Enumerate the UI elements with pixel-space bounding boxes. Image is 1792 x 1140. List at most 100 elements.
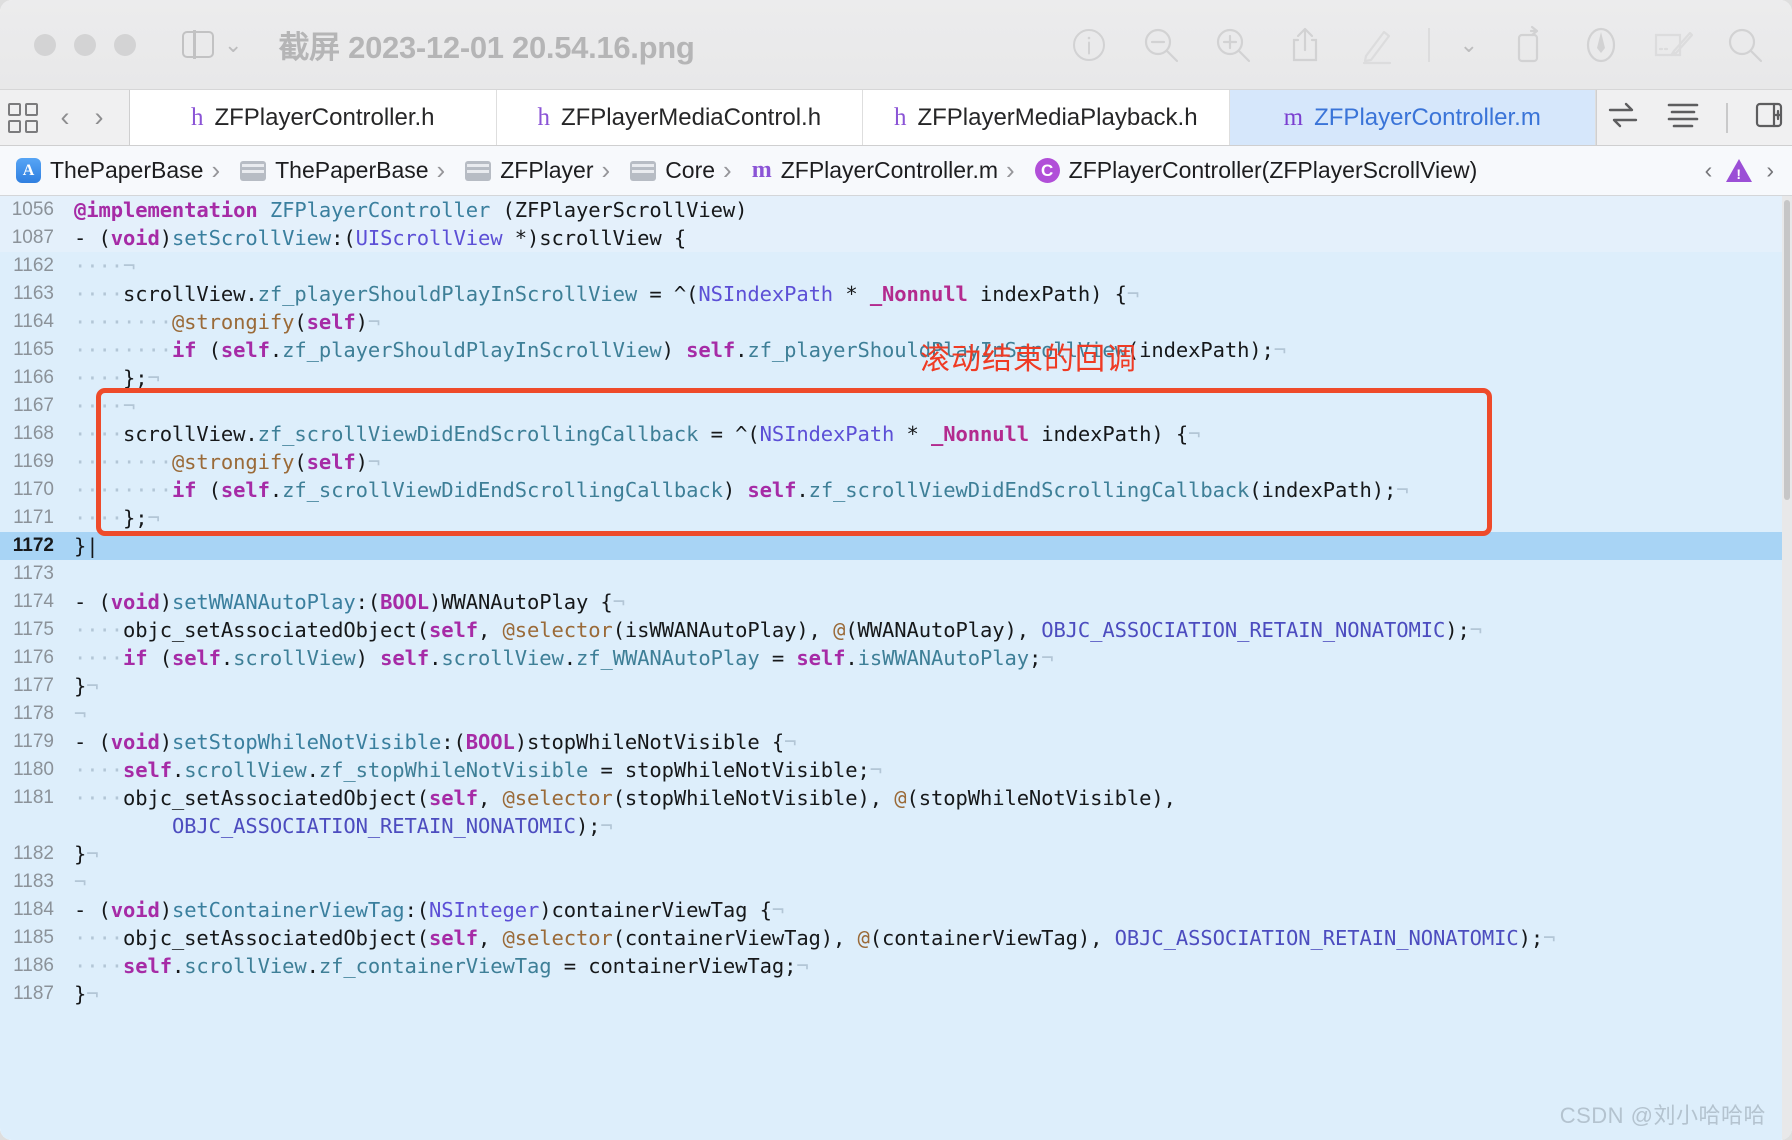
code-text[interactable]: ¬ xyxy=(66,700,1792,728)
close-button[interactable] xyxy=(34,34,56,56)
code-text[interactable]: ····objc_setAssociatedObject(self, @sele… xyxy=(66,784,1792,840)
line-number[interactable]: 1173 xyxy=(0,560,66,588)
code-text[interactable]: - (void)setStopWhileNotVisible:(BOOL)sto… xyxy=(66,728,1792,756)
editor-scrollbar-thumb[interactable] xyxy=(1784,200,1790,500)
chevron-down-icon[interactable]: ⌄ xyxy=(1460,34,1478,56)
code-line-1185[interactable]: 1185····objc_setAssociatedObject(self, @… xyxy=(0,924,1792,952)
code-text[interactable]: ····¬ xyxy=(66,252,1792,280)
line-number[interactable]: 1180 xyxy=(0,756,66,784)
line-number[interactable]: 1182 xyxy=(0,840,66,868)
code-text[interactable]: ····objc_setAssociatedObject(self, @sele… xyxy=(66,616,1792,644)
line-number[interactable]: 1178 xyxy=(0,700,66,728)
issue-next-button[interactable]: › xyxy=(1766,157,1774,184)
line-number[interactable]: 1187 xyxy=(0,980,66,1008)
line-number[interactable]: 1056 xyxy=(0,196,66,224)
breadcrumb-item-2[interactable]: ZFPlayer xyxy=(429,155,594,186)
sidebar-toggle-button[interactable]: ⌄ xyxy=(182,31,242,58)
code-text[interactable]: @implementation ZFPlayerController (ZFPl… xyxy=(66,196,1792,224)
line-number[interactable]: 1162 xyxy=(0,252,66,280)
code-text[interactable]: ····};¬ xyxy=(66,504,1792,532)
line-number[interactable]: 1186 xyxy=(0,952,66,980)
line-number[interactable]: 1165 xyxy=(0,336,66,364)
code-line-1180[interactable]: 1180····self.scrollView.zf_stopWhileNotV… xyxy=(0,756,1792,784)
code-line-1173[interactable]: 1173 xyxy=(0,560,1792,588)
breadcrumb-item-5[interactable]: CZFPlayerController(ZFPlayerScrollView) xyxy=(998,155,1477,186)
zoom-in-icon[interactable] xyxy=(1212,24,1254,66)
line-number[interactable]: 1184 xyxy=(0,896,66,924)
code-text[interactable]: }¬ xyxy=(66,672,1792,700)
zoom-button[interactable] xyxy=(114,34,136,56)
breadcrumb-item-1[interactable]: ThePaperBase xyxy=(203,155,428,186)
code-line-1171[interactable]: 1171····};¬ xyxy=(0,504,1792,532)
code-line-1183[interactable]: 1183¬ xyxy=(0,868,1792,896)
editor-tab-zfplayermediaplayback-h[interactable]: hZFPlayerMediaPlayback.h xyxy=(863,90,1230,145)
code-line-1182[interactable]: 1182}¬ xyxy=(0,840,1792,868)
code-text[interactable]: ····¬ xyxy=(66,392,1792,420)
code-line-1056[interactable]: 1056@implementation ZFPlayerController (… xyxy=(0,196,1792,224)
code-line-1184[interactable]: 1184- (void)setContainerViewTag:(NSInteg… xyxy=(0,896,1792,924)
code-line-1175[interactable]: 1175····objc_setAssociatedObject(self, @… xyxy=(0,616,1792,644)
minimize-button[interactable] xyxy=(74,34,96,56)
line-number[interactable]: 1183 xyxy=(0,868,66,896)
breadcrumb-item-3[interactable]: Core xyxy=(594,155,716,186)
info-icon[interactable] xyxy=(1068,24,1110,66)
line-number[interactable]: 1185 xyxy=(0,924,66,952)
code-text[interactable]: ····if (self.scrollView) self.scrollView… xyxy=(66,644,1792,672)
sign-icon[interactable] xyxy=(1652,24,1694,66)
code-text[interactable]: }| xyxy=(66,532,1792,560)
code-text[interactable]: - (void)setScrollView:(UIScrollView *)sc… xyxy=(66,224,1792,252)
line-number[interactable]: 1167 xyxy=(0,392,66,420)
line-number[interactable]: 1176 xyxy=(0,644,66,672)
code-line-1169[interactable]: 1169········@strongify(self)¬ xyxy=(0,448,1792,476)
share-icon[interactable] xyxy=(1284,24,1326,66)
line-number[interactable]: 1175 xyxy=(0,616,66,644)
annotate-icon[interactable] xyxy=(1580,24,1622,66)
line-number[interactable]: 1087 xyxy=(0,224,66,252)
line-number[interactable]: 1181 xyxy=(0,784,66,812)
line-number[interactable]: 1174 xyxy=(0,588,66,616)
rotate-icon[interactable] xyxy=(1508,24,1550,66)
code-text[interactable]: ····scrollView.zf_scrollViewDidEndScroll… xyxy=(66,420,1792,448)
code-line-1087[interactable]: 1087- (void)setScrollView:(UIScrollView … xyxy=(0,224,1792,252)
code-line-1170[interactable]: 1170········if (self.zf_scrollViewDidEnd… xyxy=(0,476,1792,504)
line-number[interactable]: 1170 xyxy=(0,476,66,504)
breadcrumb-item-0[interactable]: ThePaperBase xyxy=(16,157,203,184)
code-line-1178[interactable]: 1178¬ xyxy=(0,700,1792,728)
code-line-1166[interactable]: 1166····};¬ xyxy=(0,364,1792,392)
chevron-down-icon[interactable]: ⌄ xyxy=(224,34,242,56)
code-text[interactable]: ····scrollView.zf_playerShouldPlayInScro… xyxy=(66,280,1792,308)
zoom-out-icon[interactable] xyxy=(1140,24,1182,66)
code-text[interactable]: ········@strongify(self)¬ xyxy=(66,448,1792,476)
code-line-1174[interactable]: 1174- (void)setWWANAutoPlay:(BOOL)WWANAu… xyxy=(0,588,1792,616)
editor-tab-zfplayercontroller-h[interactable]: hZFPlayerController.h xyxy=(130,90,497,145)
code-line-1177[interactable]: 1177}¬ xyxy=(0,672,1792,700)
search-icon[interactable] xyxy=(1724,24,1766,66)
navigate-back-icon[interactable]: ‹ xyxy=(50,102,80,133)
code-line-1162[interactable]: 1162····¬ xyxy=(0,252,1792,280)
code-line-1163[interactable]: 1163····scrollView.zf_playerShouldPlayIn… xyxy=(0,280,1792,308)
code-line-1172[interactable]: 1172}| xyxy=(0,532,1792,560)
code-line-1181[interactable]: 1181····objc_setAssociatedObject(self, @… xyxy=(0,784,1792,840)
editor-tab-zfplayermediacontrol-h[interactable]: hZFPlayerMediaControl.h xyxy=(497,90,864,145)
code-line-1165[interactable]: 1165········if (self.zf_playerShouldPlay… xyxy=(0,336,1792,364)
code-text[interactable]: ········if (self.zf_scrollViewDidEndScro… xyxy=(66,476,1792,504)
navigate-forward-icon[interactable]: › xyxy=(84,102,114,133)
traffic-lights[interactable] xyxy=(34,34,136,56)
line-number[interactable]: 1172 xyxy=(0,532,66,560)
code-text[interactable]: }¬ xyxy=(66,980,1792,1008)
code-line-1187[interactable]: 1187}¬ xyxy=(0,980,1792,1008)
code-text[interactable]: ¬ xyxy=(66,868,1792,896)
line-number[interactable]: 1164 xyxy=(0,308,66,336)
line-number[interactable]: 1171 xyxy=(0,504,66,532)
code-line-1179[interactable]: 1179- (void)setStopWhileNotVisible:(BOOL… xyxy=(0,728,1792,756)
code-text[interactable]: - (void)setContainerViewTag:(NSInteger)c… xyxy=(66,896,1792,924)
code-line-1164[interactable]: 1164········@strongify(self)¬ xyxy=(0,308,1792,336)
code-editor[interactable]: 1056@implementation ZFPlayerController (… xyxy=(0,196,1792,1140)
markup-icon[interactable] xyxy=(1356,24,1398,66)
line-number[interactable]: 1179 xyxy=(0,728,66,756)
code-line-1167[interactable]: 1167····¬ xyxy=(0,392,1792,420)
code-text[interactable]: ········@strongify(self)¬ xyxy=(66,308,1792,336)
minimap-icon[interactable] xyxy=(1666,100,1700,135)
inspector-toggle-icon[interactable] xyxy=(1754,100,1784,135)
editor-tab-zfplayercontroller-m[interactable]: mZFPlayerController.m xyxy=(1230,90,1597,145)
